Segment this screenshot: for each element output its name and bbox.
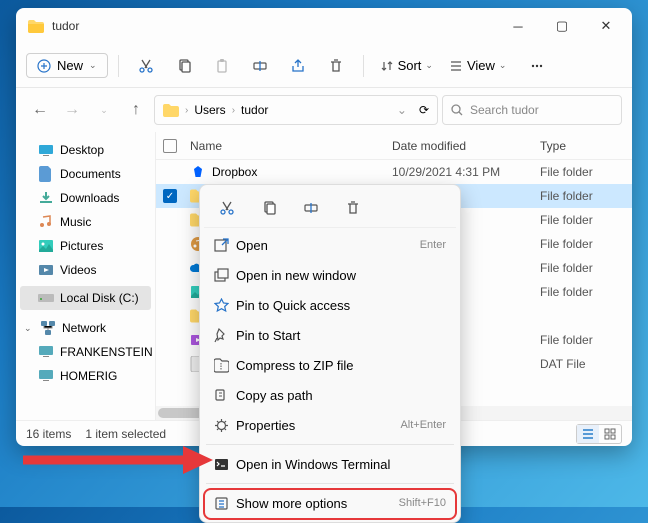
col-name[interactable]: Name <box>184 139 392 153</box>
sidebar-item-network-pc[interactable]: HOMERIG <box>16 364 155 388</box>
sidebar-item-pictures[interactable]: Pictures <box>16 234 155 258</box>
search-icon <box>451 104 464 117</box>
column-headers: Name Date modified Type <box>156 132 632 160</box>
recent-dropdown[interactable]: ⌄ <box>90 96 118 124</box>
sidebar-item-network[interactable]: ⌄Network <box>16 316 155 340</box>
arrow-annotation <box>18 440 218 480</box>
ctx-compress-zip[interactable]: Compress to ZIP file <box>204 350 456 380</box>
ctx-cut-button[interactable] <box>210 193 244 223</box>
file-row[interactable]: Dropbox10/29/2021 4:31 PMFile folder <box>156 160 632 184</box>
ctx-properties[interactable]: PropertiesAlt+Enter <box>204 410 456 440</box>
sidebar-item-desktop[interactable]: Desktop <box>16 138 155 162</box>
item-count: 16 items <box>26 427 71 441</box>
sidebar-item-local-disk[interactable]: Local Disk (C:) <box>20 286 151 310</box>
share-button[interactable] <box>281 51 315 81</box>
breadcrumb[interactable]: Users <box>194 103 225 117</box>
minimize-button[interactable]: ─ <box>496 11 540 41</box>
delete-button[interactable] <box>319 51 353 81</box>
rename-button[interactable] <box>243 51 277 81</box>
ctx-open-terminal[interactable]: Open in Windows Terminal <box>204 449 456 479</box>
navbar: ← → ⌄ ↑ › Users › tudor ⌄ ⟳ Search tudor <box>16 88 632 132</box>
back-button[interactable]: ← <box>26 96 54 124</box>
ctx-copy-button[interactable] <box>252 193 286 223</box>
context-menu: OpenEnter Open in new window Pin to Quic… <box>199 184 461 523</box>
sidebar-item-music[interactable]: Music <box>16 210 155 234</box>
thumbnails-view-icon[interactable] <box>599 425 621 443</box>
maximize-button[interactable]: ▢ <box>540 11 584 41</box>
ctx-rename-button[interactable] <box>294 193 328 223</box>
details-view-icon[interactable] <box>577 425 599 443</box>
new-label: New <box>57 58 83 73</box>
close-button[interactable]: ✕ <box>584 11 628 41</box>
folder-icon <box>163 104 179 117</box>
more-button[interactable] <box>520 51 554 81</box>
ctx-show-more-options[interactable]: Show more optionsShift+F10 <box>204 488 456 518</box>
ctx-pin-start[interactable]: Pin to Start <box>204 320 456 350</box>
cut-button[interactable] <box>129 51 163 81</box>
paste-button[interactable] <box>205 51 239 81</box>
window-title: tudor <box>52 19 496 33</box>
view-toggle[interactable] <box>576 424 622 444</box>
up-button[interactable]: ↑ <box>122 96 150 124</box>
new-button[interactable]: New ⌄ <box>26 53 108 78</box>
forward-button[interactable]: → <box>58 96 86 124</box>
sort-button[interactable]: Sort⌄ <box>374 54 439 77</box>
plus-icon <box>37 59 51 73</box>
refresh-button[interactable]: ⟳ <box>419 103 429 117</box>
row-checkbox[interactable]: ✓ <box>163 189 177 203</box>
copy-button[interactable] <box>167 51 201 81</box>
search-input[interactable]: Search tudor <box>442 95 622 125</box>
col-type[interactable]: Type <box>540 139 632 153</box>
ctx-pin-quick-access[interactable]: Pin to Quick access <box>204 290 456 320</box>
ctx-copy-path[interactable]: Copy as path <box>204 380 456 410</box>
ctx-open-new-window[interactable]: Open in new window <box>204 260 456 290</box>
titlebar: tudor ─ ▢ ✕ <box>16 8 632 44</box>
col-date[interactable]: Date modified <box>392 139 540 153</box>
breadcrumb[interactable]: tudor <box>241 103 268 117</box>
ctx-open[interactable]: OpenEnter <box>204 230 456 260</box>
sidebar: Desktop Documents Downloads Music Pictur… <box>16 132 156 420</box>
selected-count: 1 item selected <box>85 427 166 441</box>
sidebar-item-network-pc[interactable]: FRANKENSTEIN <box>16 340 155 364</box>
select-all-checkbox[interactable] <box>163 139 177 153</box>
sidebar-item-downloads[interactable]: Downloads <box>16 186 155 210</box>
ctx-delete-button[interactable] <box>336 193 370 223</box>
sidebar-item-videos[interactable]: Videos <box>16 258 155 282</box>
view-button[interactable]: View⌄ <box>443 54 513 77</box>
folder-icon <box>28 20 44 33</box>
address-bar[interactable]: › Users › tudor ⌄ ⟳ <box>154 95 438 125</box>
toolbar: New ⌄ Sort⌄ View⌄ <box>16 44 632 88</box>
sidebar-item-documents[interactable]: Documents <box>16 162 155 186</box>
